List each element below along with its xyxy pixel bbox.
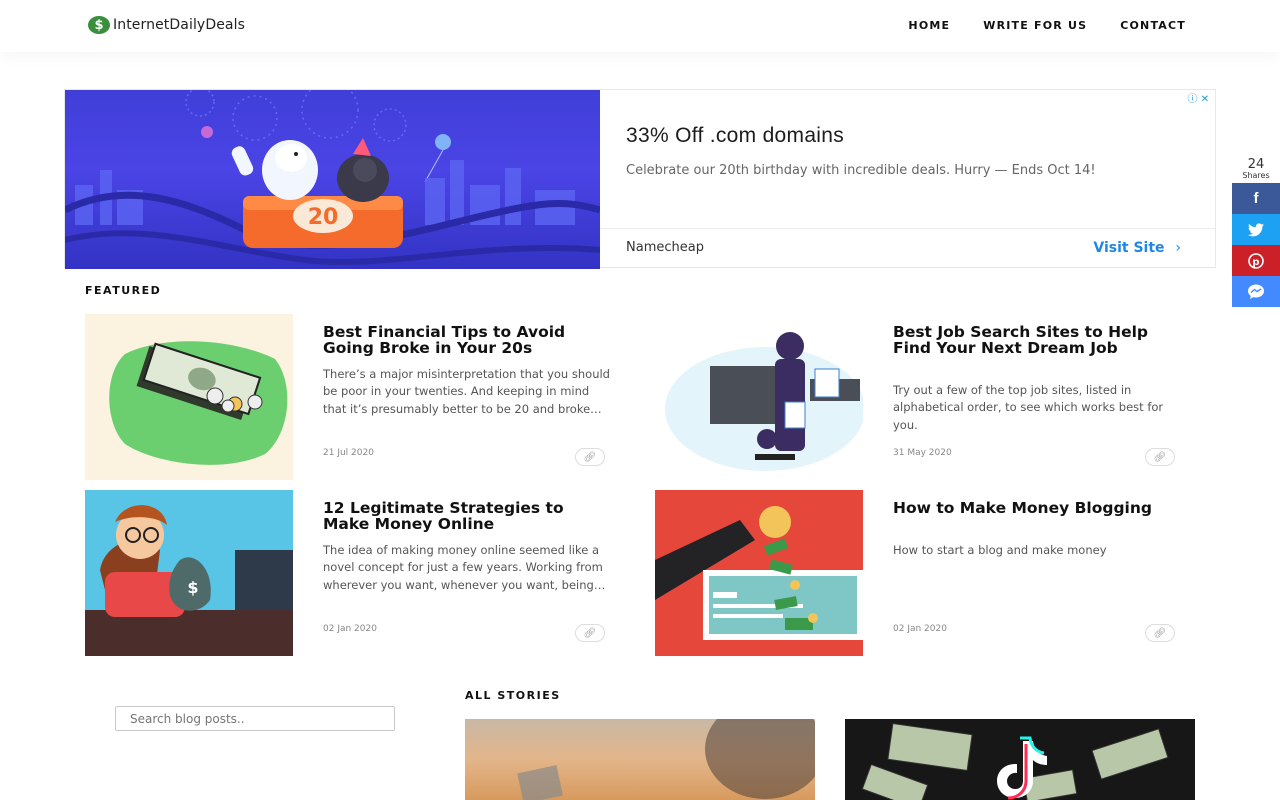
post-title[interactable]: Best Financial Tips to Avoid Going Broke… — [323, 324, 613, 356]
link-icon: 🔗︎ — [1153, 451, 1167, 463]
share-count: 24 — [1247, 157, 1265, 172]
all-stories-heading: ALL STORIES — [465, 689, 561, 702]
post-thumbnail[interactable]: $ — [85, 490, 293, 656]
post-thumbnail[interactable] — [85, 314, 293, 480]
money-blogging-illustration — [655, 490, 863, 656]
post-title[interactable]: How to Make Money Blogging — [893, 500, 1183, 516]
money-stack-illustration — [109, 341, 288, 465]
main-nav: HOME WRITE FOR US CONTACT — [908, 19, 1186, 32]
ad-choices-icon[interactable]: ⓘ ✕ — [1187, 90, 1209, 105]
permalink-button[interactable]: 🔗︎ — [1145, 624, 1175, 642]
svg-text:p: p — [1252, 257, 1259, 268]
pinterest-icon: p — [1248, 252, 1264, 269]
make-money-online-illustration: $ — [85, 490, 293, 656]
story-image-sunset — [465, 719, 815, 800]
ad-copy[interactable]: ⓘ ✕ 33% Off .com domains Celebrate our 2… — [600, 90, 1215, 267]
site-logo-text: InternetDailyDeals — [113, 17, 245, 33]
share-label: Shares — [1242, 171, 1270, 180]
nav-write-for-us[interactable]: WRITE FOR US — [983, 19, 1087, 32]
featured-post-card[interactable]: How to Make Money Blogging How to start … — [655, 490, 1195, 656]
ad-illustration: 20 — [65, 90, 600, 266]
featured-heading: FEATURED — [85, 284, 162, 297]
post-thumbnail[interactable] — [655, 314, 863, 480]
ad-visit-label: Visit Site — [1093, 240, 1165, 256]
pinterest-share-button[interactable]: p — [1232, 245, 1280, 276]
post-date: 31 May 2020 — [893, 448, 952, 458]
messenger-share-button[interactable] — [1232, 276, 1280, 307]
post-title[interactable]: Best Job Search Sites to Help Find Your … — [893, 324, 1183, 356]
story-thumbnail[interactable] — [845, 719, 1195, 800]
ad-badge-number: 20 — [308, 205, 339, 230]
site-logo[interactable]: $ InternetDailyDeals — [88, 16, 245, 34]
post-excerpt: Try out a few of the top job sites, list… — [893, 383, 1164, 432]
link-icon: 🔗︎ — [1153, 627, 1167, 639]
search-input[interactable] — [115, 706, 395, 731]
facebook-share-button[interactable]: f — [1232, 183, 1280, 214]
svg-text:$: $ — [187, 578, 198, 597]
site-header: $ InternetDailyDeals HOME WRITE FOR US C… — [0, 0, 1280, 52]
story-thumbnail[interactable] — [465, 719, 815, 800]
featured-post-card[interactable]: Best Financial Tips to Avoid Going Broke… — [85, 314, 625, 480]
chevron-right-icon: › — [1175, 240, 1181, 256]
ad-image[interactable]: 20 — [65, 90, 600, 269]
messenger-icon — [1248, 284, 1264, 299]
facebook-icon: f — [1253, 190, 1259, 207]
ad-description: Celebrate our 20th birthday with incredi… — [626, 163, 1096, 178]
ad-divider — [600, 228, 1215, 229]
job-search-illustration — [665, 332, 863, 471]
permalink-button[interactable]: 🔗︎ — [575, 624, 605, 642]
nav-contact[interactable]: CONTACT — [1120, 19, 1186, 32]
featured-post-card[interactable]: $ 12 Legitimate Strategies to Make Money… — [85, 490, 625, 656]
twitter-share-button[interactable] — [1232, 214, 1280, 245]
featured-post-card[interactable]: Best Job Search Sites to Help Find Your … — [655, 314, 1195, 480]
ad-visit-site-link[interactable]: Visit Site › — [1093, 240, 1181, 256]
ad-title[interactable]: 33% Off .com domains — [626, 124, 844, 148]
post-excerpt: How to start a blog and make money — [893, 543, 1107, 557]
nav-home[interactable]: HOME — [908, 19, 950, 32]
story-image-tiktok-money — [845, 719, 1195, 800]
permalink-button[interactable]: 🔗︎ — [1145, 448, 1175, 466]
ad-brand: Namecheap — [626, 240, 704, 255]
permalink-button[interactable]: 🔗︎ — [575, 448, 605, 466]
twitter-icon — [1248, 222, 1264, 236]
post-thumbnail[interactable] — [655, 490, 863, 656]
post-excerpt: The idea of making money online seemed l… — [323, 543, 606, 592]
link-icon: 🔗︎ — [583, 627, 597, 639]
post-date: 02 Jan 2020 — [323, 624, 377, 634]
ad-banner[interactable]: 20 ⓘ ✕ 33% Off .com domains Celebrate ou… — [64, 89, 1216, 269]
link-icon: 🔗︎ — [583, 451, 597, 463]
post-date: 21 Jul 2020 — [323, 448, 374, 458]
post-excerpt: There’s a major misinterpretation that y… — [323, 367, 610, 416]
post-title[interactable]: 12 Legitimate Strategies to Make Money O… — [323, 500, 613, 532]
post-date: 02 Jan 2020 — [893, 624, 947, 634]
dollar-coin-icon: $ — [88, 16, 110, 34]
share-sidebar: 24 Shares f p — [1232, 158, 1280, 307]
